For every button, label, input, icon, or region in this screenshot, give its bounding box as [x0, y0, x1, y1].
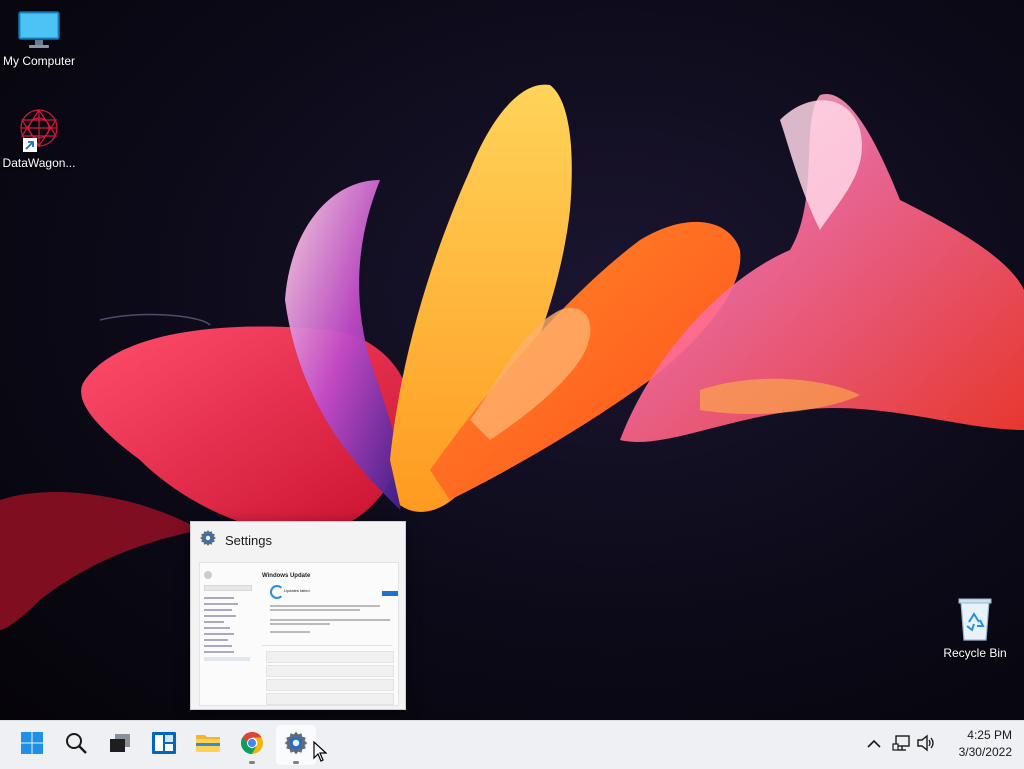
settings-thumbnail: Windows Update Updates failed [199, 562, 399, 706]
preview-header: Settings [191, 522, 405, 558]
task-view-icon [108, 731, 132, 760]
clock-time: 4:25 PM [967, 728, 1012, 742]
desktop-icon-my-computer[interactable]: My Computer [0, 10, 79, 68]
monitor-icon [17, 10, 61, 50]
desktop: My Computer DataWagon... Recycle Bin Set… [0, 0, 1024, 720]
datawagon-shortcut-icon [15, 106, 63, 152]
thumbnail-heading: Windows Update [262, 573, 311, 579]
recycle-bin-icon [955, 596, 995, 642]
chrome-button[interactable] [232, 725, 272, 765]
chrome-icon [240, 731, 264, 760]
desktop-icon-datawagon[interactable]: DataWagon... [0, 106, 79, 170]
windows-start-icon [20, 731, 44, 760]
thumbnail-sidebar [204, 571, 254, 701]
mouse-cursor-icon [313, 740, 328, 768]
network-button[interactable] [890, 733, 914, 757]
network-icon [892, 734, 912, 757]
search-icon [64, 731, 88, 760]
desktop-icon-label: My Computer [2, 54, 76, 68]
file-explorer-button[interactable] [188, 725, 228, 765]
task-view-button[interactable] [100, 725, 140, 765]
preview-title: Settings [225, 532, 272, 548]
search-button[interactable] [56, 725, 96, 765]
gear-icon [283, 730, 309, 761]
volume-icon [916, 734, 936, 757]
thumbnail-status: Updates failed [284, 588, 310, 593]
wallpaper-bloom [0, 84, 1024, 630]
desktop-icon-recycle-bin[interactable]: Recycle Bin [935, 596, 1015, 660]
folder-icon [195, 731, 221, 760]
widgets-icon [151, 731, 177, 760]
shortcut-arrow-icon [23, 138, 37, 152]
running-indicator [249, 761, 255, 764]
running-indicator [293, 761, 299, 764]
taskbar: 4:25 PM 3/30/2022 [0, 720, 1024, 769]
show-hidden-icons-button[interactable] [862, 733, 886, 757]
desktop-icon-label: Recycle Bin [943, 646, 1007, 660]
volume-button[interactable] [914, 733, 938, 757]
start-button[interactable] [12, 725, 52, 765]
desktop-icon-label: DataWagon... [2, 156, 76, 170]
settings-window-preview[interactable]: Settings Windows Update Updates failed [190, 521, 406, 710]
settings-button[interactable] [276, 725, 316, 765]
gear-icon [199, 529, 217, 552]
chevron-up-icon [867, 736, 881, 754]
clock-button[interactable]: 4:25 PM 3/30/2022 [940, 727, 1012, 761]
clock-date: 3/30/2022 [958, 745, 1012, 759]
widgets-button[interactable] [144, 725, 184, 765]
